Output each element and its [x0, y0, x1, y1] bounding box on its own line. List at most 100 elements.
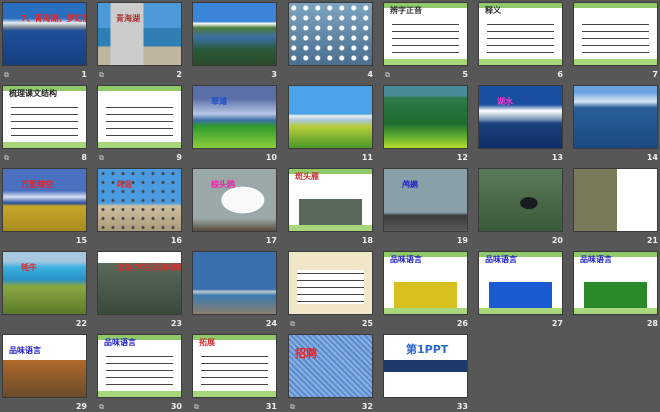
slide-title: 品味语言 [485, 255, 517, 264]
animation-icon[interactable]: ⧉ [194, 403, 199, 412]
slide-thumbnail[interactable]: 招聘 [288, 334, 373, 398]
slide-title: 鸟岛 [116, 180, 132, 189]
slide-number: 17 [265, 236, 277, 245]
slide-thumbnail[interactable] [478, 168, 563, 232]
slide-thumbnail[interactable] [573, 2, 658, 66]
slide-number: 11 [361, 153, 373, 162]
slide-title: 鸬鹚 [402, 180, 418, 189]
slide-number: 27 [551, 319, 563, 328]
slide-thumbnail[interactable]: 品味语言 [573, 251, 658, 315]
slide-title: 品味语言 [9, 346, 41, 355]
slide-thumbnail[interactable]: 拓展 [192, 334, 277, 398]
slide-thumbnail[interactable]: 品味语言 [383, 251, 468, 315]
animation-icon[interactable]: ⧉ [4, 154, 9, 163]
slide-number: 18 [361, 236, 373, 245]
slide-thumbnail[interactable] [383, 85, 468, 149]
slide-title: 万里晴空 [21, 180, 53, 189]
slide-number: 2 [176, 70, 182, 79]
slide-number: 10 [265, 153, 277, 162]
slide-thumbnail[interactable]: 湖水 [478, 85, 563, 149]
slide-number: 3 [271, 70, 277, 79]
slide-title: 青海湖 [116, 14, 140, 23]
slide-number: 15 [75, 236, 87, 245]
slide-thumbnail[interactable]: 释义 [478, 2, 563, 66]
slide-number: 4 [367, 70, 373, 79]
slide-thumbnail[interactable] [192, 251, 277, 315]
slide-thumbnail[interactable]: 第1PPT [383, 334, 468, 398]
slide-number: 9 [176, 153, 182, 162]
slide-number: 22 [75, 319, 87, 328]
slide-title: 斑头雁 [295, 172, 319, 181]
slide-title: 7、青海湖，梦幻般的湖 [21, 14, 86, 23]
slide-title: 湖水 [497, 97, 513, 106]
slide-title: 梳理课文结构 [9, 89, 57, 98]
slide-thumbnail[interactable]: 鸬鹚 [383, 168, 468, 232]
animation-icon[interactable]: ⧉ [290, 403, 295, 412]
animation-icon[interactable]: ⧉ [99, 154, 104, 163]
slide-text-lines [487, 21, 554, 55]
animation-icon[interactable]: ⧉ [4, 71, 9, 80]
slide-thumbnail[interactable]: 草滩 [192, 85, 277, 149]
slide-title: 品味语言 [580, 255, 612, 264]
slide-number: 5 [462, 70, 468, 79]
slide-number: 21 [646, 236, 658, 245]
slide-thumbnail[interactable]: 斑头雁 [288, 168, 373, 232]
slide-text-lines [392, 21, 459, 55]
slide-number: 25 [361, 319, 373, 328]
slide-number: 19 [456, 236, 468, 245]
slide-text-lines [201, 353, 268, 387]
slide-picture [298, 198, 363, 225]
slide-title: 湟鱼(学名青海裸鲤) [116, 263, 182, 272]
slide-number: 12 [456, 153, 468, 162]
slide-thumbnail[interactable]: 牦牛 [2, 251, 87, 315]
slide-number: 28 [646, 319, 658, 328]
slide-title: 棕头鸥 [211, 180, 235, 189]
slide-number: 7 [652, 70, 658, 79]
slide-title: 品味语言 [104, 338, 136, 347]
slide-thumbnail[interactable] [573, 85, 658, 149]
slide-picture [393, 281, 458, 308]
slide-text-lines [582, 21, 649, 55]
slide-number: 8 [81, 153, 87, 162]
slide-thumbnail[interactable]: 品味语言 [2, 334, 87, 398]
animation-icon[interactable]: ⧉ [99, 403, 104, 412]
slide-thumbnail[interactable]: 品味语言 [478, 251, 563, 315]
slide-thumbnail[interactable]: 万里晴空 [2, 168, 87, 232]
slide-picture [488, 281, 553, 308]
slide-number: 6 [557, 70, 563, 79]
slide-thumbnail[interactable] [288, 2, 373, 66]
slide-thumbnail[interactable]: 7、青海湖，梦幻般的湖 [2, 2, 87, 66]
slide-thumbnail[interactable]: 鸟岛 [97, 168, 182, 232]
animation-icon[interactable]: ⧉ [290, 320, 295, 329]
slide-number: 23 [170, 319, 182, 328]
slide-thumbnail[interactable]: 辨字正音 [383, 2, 468, 66]
slide-thumbnail[interactable]: 青海湖 [97, 2, 182, 66]
slide-text-lines [11, 104, 78, 138]
slide-title: 拓展 [199, 338, 215, 347]
slide-thumbnail[interactable] [288, 85, 373, 149]
animation-icon[interactable]: ⧉ [99, 71, 104, 80]
slide-thumbnail[interactable]: 梳理课文结构 [2, 85, 87, 149]
slide-title: 品味语言 [390, 255, 422, 264]
animation-icon[interactable]: ⧉ [385, 71, 390, 80]
slide-thumbnail[interactable] [573, 168, 658, 232]
slide-title: 草滩 [211, 97, 227, 106]
slide-thumbnail[interactable]: 品味语言 [97, 334, 182, 398]
slide-title: 释义 [485, 6, 501, 15]
slide-title: 招聘 [295, 347, 317, 360]
slide-text-lines [106, 353, 173, 387]
slide-text-lines [297, 270, 364, 304]
slide-thumbnail[interactable] [97, 85, 182, 149]
slide-text-lines [106, 104, 173, 138]
slide-title: 牦牛 [21, 263, 37, 272]
slide-thumbnail[interactable] [192, 2, 277, 66]
slide-number: 1 [81, 70, 87, 79]
slide-number: 13 [551, 153, 563, 162]
slide-thumbnail[interactable] [288, 251, 373, 315]
slide-title: 辨字正音 [390, 6, 422, 15]
slide-number: 16 [170, 236, 182, 245]
slide-thumbnail[interactable]: 棕头鸥 [192, 168, 277, 232]
slide-thumbnail[interactable]: 湟鱼(学名青海裸鲤) [97, 251, 182, 315]
slide-number: 26 [456, 319, 468, 328]
slide-picture [583, 281, 648, 308]
